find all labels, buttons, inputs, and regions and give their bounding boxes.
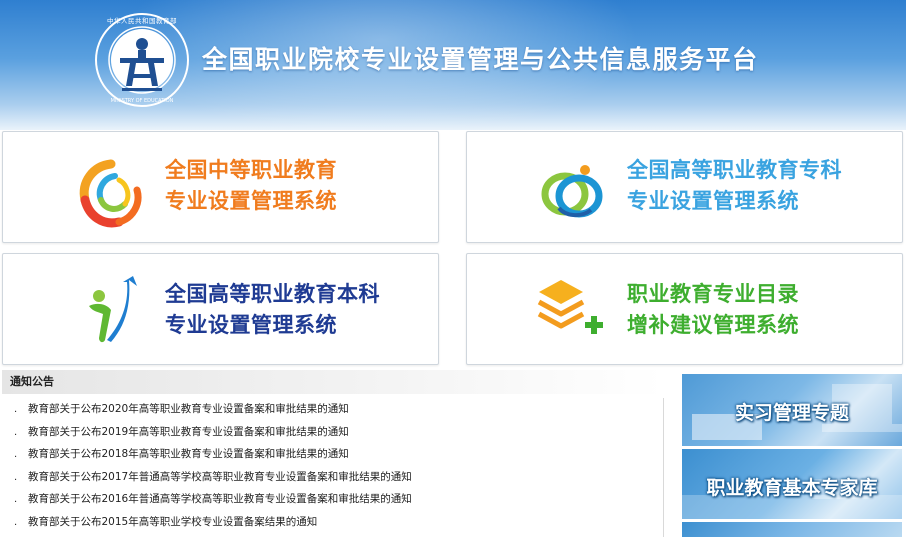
notice-title: 通知公告 bbox=[2, 370, 664, 394]
runner-logo-icon bbox=[89, 276, 137, 343]
notice-item[interactable]: . 教育部关于公布2020年高等职业教育专业设置备案和审批结果的通知 bbox=[14, 398, 663, 421]
notice-item-link[interactable]: 教育部关于公布2015年高等职业学校专业设置备案结果的通知 bbox=[28, 516, 317, 528]
bullet-icon: . bbox=[14, 404, 18, 415]
notice-item[interactable]: . 教育部关于公布2017年普通高等学校高等职业教育专业设置备案和审批结果的通知 bbox=[14, 466, 663, 489]
card-secondary-vocational-system[interactable]: 全国中等职业教育 专业设置管理系统 bbox=[2, 131, 439, 243]
notice-list: . 教育部关于公布2020年高等职业教育专业设置备案和审批结果的通知 . 教育部关于… bbox=[2, 398, 663, 534]
bullet-icon: . bbox=[14, 471, 18, 483]
platform-title: 全国职业院校专业设置管理与公共信息服务平台 bbox=[202, 45, 759, 74]
card-higher-vocational-undergraduate-system[interactable]: 全国高等职业教育本科 专业设置管理系统 bbox=[2, 253, 439, 365]
bullet-icon: . bbox=[14, 449, 18, 461]
card-title-line1: 职业教育专业目录 bbox=[627, 282, 799, 306]
ministry-emblem-icon bbox=[95, 13, 189, 107]
notice-item[interactable]: . 教育部关于公布2016年普通高等学校高等职业教育专业设置备案和审批结果的通知 bbox=[14, 488, 663, 511]
card-catalog-supplement-system[interactable]: 职业教育专业目录 增补建议管理系统 bbox=[466, 253, 903, 365]
card-title-line1: 全国高等职业教育本科 bbox=[165, 282, 380, 306]
layers-plus-logo-icon bbox=[537, 280, 603, 334]
bullet-icon: . bbox=[14, 494, 18, 506]
expert-database-banner[interactable]: 职业教育基本专家库 bbox=[682, 449, 902, 519]
notice-item-link[interactable]: 教育部关于公布2017年普通高等学校高等职业教育专业设置备案和审批结果的通知 bbox=[28, 471, 412, 483]
notice-list-container: . 教育部关于公布2020年高等职业教育专业设置备案和审批结果的通知 . 教育部关于… bbox=[2, 398, 664, 537]
notice-item[interactable]: . 教育部关于公布2018年高等职业教育专业设置备案和审批结果的通知 bbox=[14, 443, 663, 466]
card-title-line1: 全国高等职业教育专科 bbox=[627, 158, 842, 182]
third-side-banner[interactable] bbox=[682, 522, 902, 537]
swirl-logo-icon bbox=[79, 159, 142, 228]
notice-item[interactable]: . 教育部关于公布2015年高等职业学校专业设置备案结果的通知 bbox=[14, 511, 663, 534]
internship-management-banner[interactable]: 实习管理专题 bbox=[682, 374, 902, 446]
bullet-icon: . bbox=[14, 426, 18, 438]
card-title-line2: 增补建议管理系统 bbox=[627, 313, 799, 337]
notice-panel: 通知公告 . 教育部关于公布2020年高等职业教育专业设置备案和审批结果的通知 .… bbox=[2, 370, 664, 537]
notice-item-link[interactable]: 教育部关于公布2018年高等职业教育专业设置备案和审批结果的通知 bbox=[28, 448, 349, 460]
notice-item-link[interactable]: 教育部关于公布2019年高等职业教育专业设置备案和审批结果的通知 bbox=[28, 426, 349, 438]
card-title-line2: 专业设置管理系统 bbox=[627, 189, 799, 213]
rings-logo-icon bbox=[541, 165, 603, 218]
card-title-line2: 专业设置管理系统 bbox=[165, 189, 337, 213]
card-title-line2: 专业设置管理系统 bbox=[165, 313, 337, 337]
notice-item-link[interactable]: 教育部关于公布2016年普通高等学校高等职业教育专业设置备案和审批结果的通知 bbox=[28, 493, 412, 505]
card-title-line1: 全国中等职业教育 bbox=[165, 158, 337, 182]
banner-label: 职业教育基本专家库 bbox=[706, 477, 878, 499]
banner-label: 实习管理专题 bbox=[734, 402, 849, 424]
notice-item-link[interactable]: 教育部关于公布2020年高等职业教育专业设置备案和审批结果的通知 bbox=[28, 403, 349, 415]
header-banner: 中华人民共和国教育部 MINISTRY OF EDUCATION 全国职业院校专… bbox=[0, 0, 906, 130]
notice-item[interactable]: . 教育部关于公布2019年高等职业教育专业设置备案和审批结果的通知 bbox=[14, 421, 663, 444]
bullet-icon: . bbox=[14, 516, 18, 528]
card-higher-vocational-junior-college-system[interactable]: 全国高等职业教育专科 专业设置管理系统 bbox=[466, 131, 903, 243]
